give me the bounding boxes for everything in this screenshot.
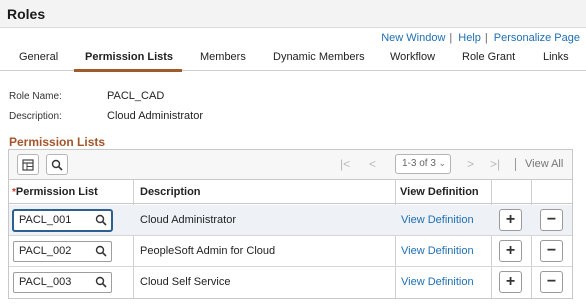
- delete-row-button[interactable]: −: [540, 240, 563, 262]
- help-link[interactable]: Help: [458, 32, 481, 44]
- tab-role-grant[interactable]: Role Grant: [462, 51, 515, 63]
- first-page-icon[interactable]: |<: [340, 157, 350, 171]
- grid-personalize-icon: [22, 158, 34, 171]
- table-row: PACL_001 Cloud Administrator View Defini…: [9, 205, 572, 236]
- add-row-button[interactable]: +: [499, 271, 522, 293]
- page-title: Roles: [7, 6, 46, 22]
- delete-row-button[interactable]: −: [540, 209, 563, 231]
- view-definition-link[interactable]: View Definition: [401, 276, 474, 288]
- find-button[interactable]: [46, 154, 68, 175]
- permission-lists-grid: |< < 1-3 of 3 ⌄ > >| View All *Permissio…: [8, 149, 573, 299]
- permission-list-input[interactable]: PACL_001: [13, 210, 112, 231]
- tab-general[interactable]: General: [19, 51, 58, 63]
- description-value: Cloud Administrator: [107, 110, 203, 122]
- permission-list-description: PeopleSoft Admin for Cloud: [140, 245, 276, 257]
- previous-page-icon[interactable]: <: [369, 157, 376, 171]
- permission-list-input[interactable]: PACL_002: [13, 241, 112, 262]
- tab-members[interactable]: Members: [200, 51, 246, 63]
- tab-bar: General Permission Lists Members Dynamic…: [0, 47, 586, 72]
- tab-dynamic-members[interactable]: Dynamic Members: [273, 51, 365, 63]
- search-icon: [51, 159, 63, 171]
- grid-header-row: *Permission List Description View Defini…: [9, 180, 572, 204]
- tab-links[interactable]: Links: [543, 51, 569, 63]
- active-tab-indicator: [74, 69, 182, 72]
- tab-permission-lists[interactable]: Permission Lists: [85, 51, 173, 63]
- view-definition-link[interactable]: View Definition: [401, 245, 474, 257]
- next-page-icon[interactable]: >: [467, 157, 474, 171]
- lookup-search-icon[interactable]: [95, 276, 107, 288]
- view-all-link[interactable]: View All: [525, 158, 563, 170]
- link-separator: |: [449, 32, 453, 44]
- page-header: Roles: [0, 0, 586, 28]
- role-name-label: Role Name:: [9, 91, 62, 102]
- row-range-select[interactable]: 1-3 of 3 ⌄: [395, 154, 451, 174]
- tab-workflow[interactable]: Workflow: [390, 51, 435, 63]
- delete-row-button[interactable]: −: [540, 271, 563, 293]
- view-definition-link[interactable]: View Definition: [401, 214, 474, 226]
- permission-list-value: PACL_002: [19, 245, 72, 257]
- grid-toolbar: |< < 1-3 of 3 ⌄ > >| View All: [9, 150, 572, 180]
- last-page-icon[interactable]: >|: [490, 157, 500, 171]
- table-row: PACL_003 Cloud Self Service View Definit…: [9, 267, 572, 298]
- add-row-button[interactable]: +: [499, 209, 522, 231]
- link-separator: |: [484, 32, 488, 44]
- permission-lists-section-title: Permission Lists: [9, 135, 106, 149]
- permission-list-input[interactable]: PACL_003: [13, 272, 112, 293]
- lookup-search-icon[interactable]: [95, 245, 107, 257]
- permission-list-value: PACL_001: [19, 214, 72, 226]
- role-name-value: PACL_CAD: [107, 90, 165, 102]
- chevron-down-icon: ⌄: [438, 158, 446, 168]
- toolbar-divider: [515, 158, 516, 171]
- permission-list-value: PACL_003: [19, 276, 72, 288]
- add-row-button[interactable]: +: [499, 240, 522, 262]
- top-links: New Window | Help | Personalize Page: [381, 32, 580, 44]
- view-definition-column-header: View Definition: [400, 186, 479, 198]
- lookup-search-icon[interactable]: [95, 214, 107, 226]
- permission-list-column-label: Permission List: [15, 186, 98, 198]
- new-window-link[interactable]: New Window: [381, 32, 445, 44]
- personalize-grid-button[interactable]: [17, 154, 39, 175]
- permission-list-description: Cloud Self Service: [140, 276, 231, 288]
- permission-list-description: Cloud Administrator: [140, 214, 236, 226]
- table-row: PACL_002 PeopleSoft Admin for Cloud View…: [9, 236, 572, 267]
- permission-list-column-header[interactable]: *Permission List: [12, 186, 98, 198]
- description-column-header[interactable]: Description: [140, 186, 201, 198]
- description-label: Description:: [9, 111, 62, 122]
- row-range-value: 1-3 of 3: [402, 158, 436, 169]
- personalize-page-link[interactable]: Personalize Page: [494, 32, 580, 44]
